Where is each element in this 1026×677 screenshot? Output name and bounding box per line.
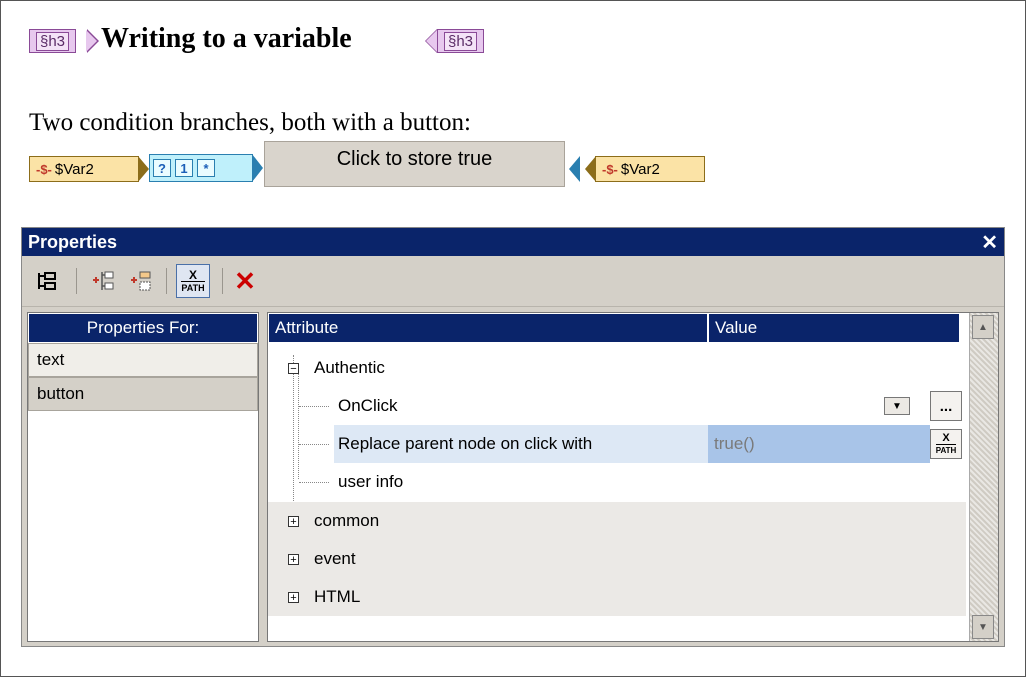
condition-start-arrow <box>252 154 263 182</box>
attribute-value[interactable]: true() <box>708 425 930 463</box>
group-label: Authentic <box>314 358 385 377</box>
xpath-icon-bottom: PATH <box>935 443 957 455</box>
group-label: common <box>314 511 380 530</box>
h3-start-tag[interactable]: §h3 <box>29 29 77 53</box>
h3-end-tag[interactable]: §h3 <box>437 29 485 53</box>
var-start-arrow <box>138 156 149 182</box>
attribute-row-user-info[interactable]: user info <box>268 463 966 501</box>
expand-icon[interactable]: + <box>288 592 299 604</box>
h3-start-arrow <box>86 29 99 53</box>
tree-line <box>299 482 329 483</box>
page-heading: Writing to a variable <box>101 23 352 54</box>
attribute-row-replace-parent[interactable]: Replace parent node on click with true()… <box>268 425 966 463</box>
group-row-common[interactable]: + common <box>268 502 966 540</box>
h3-tag-label: §h3 <box>444 31 478 51</box>
attribute-name: Replace parent node on click with <box>338 434 593 453</box>
xpath-icon-top: X <box>188 267 197 282</box>
scroll-down-icon[interactable]: ▼ <box>972 615 994 639</box>
scroll-up-icon[interactable]: ▲ <box>972 315 994 339</box>
attribute-row-onclick[interactable]: OnClick ▼ ... <box>268 387 966 425</box>
var-end-tag[interactable]: -$- $Var2 <box>595 156 705 182</box>
attribute-name: user info <box>338 472 404 491</box>
variable-icon: -$- <box>36 161 52 177</box>
var-tag-label: $Var2 <box>54 160 94 178</box>
paragraph-text: Two condition branches, both with a butt… <box>29 109 471 136</box>
store-true-button[interactable]: Click to store true <box>264 141 565 187</box>
properties-for-pane: Properties For: text button <box>27 312 259 642</box>
condition-otherwise-marker[interactable]: * <box>197 159 215 177</box>
close-icon[interactable]: ✕ <box>981 230 998 255</box>
xpath-icon-top: X <box>942 431 950 444</box>
toolbar-separator <box>76 268 77 294</box>
var-start-tag[interactable]: -$- $Var2 <box>29 156 139 182</box>
condition-question-marker[interactable]: ? <box>153 159 171 177</box>
group-row-authentic[interactable]: − Authentic <box>268 349 966 387</box>
var-tag-label: $Var2 <box>620 160 660 178</box>
column-header-value[interactable]: Value <box>708 313 960 343</box>
properties-for-item-text[interactable]: text <box>28 343 258 377</box>
condition-branch-1-marker[interactable]: 1 <box>175 159 193 177</box>
condition-end-arrow <box>569 156 580 182</box>
design-view: §h3 Writing to a variable §h3 Two condit… <box>0 0 1026 677</box>
collapse-icon[interactable]: − <box>288 363 299 375</box>
group-label: event <box>314 549 356 568</box>
toolbar-separator <box>166 268 167 294</box>
variable-icon: -$- <box>602 161 618 177</box>
group-row-html[interactable]: + HTML <box>268 578 966 616</box>
properties-for-item-button[interactable]: button <box>28 377 258 411</box>
attribute-grid: Attribute Value − Authentic OnClick ▼ ..… <box>267 312 999 642</box>
tree-view-icon[interactable] <box>32 266 62 296</box>
tree-line <box>299 406 329 407</box>
properties-for-header: Properties For: <box>28 313 258 343</box>
delete-icon[interactable]: ✕ <box>230 266 260 296</box>
vertical-scrollbar[interactable]: ▲ ▼ <box>969 313 998 641</box>
add-sibling-icon[interactable] <box>126 266 156 296</box>
h3-end-arrow <box>425 29 437 53</box>
expand-icon[interactable]: + <box>288 516 299 528</box>
column-header-attribute[interactable]: Attribute <box>268 313 708 343</box>
h3-tag-label: §h3 <box>36 31 70 51</box>
condition-tag[interactable]: ? 1 * <box>149 154 253 182</box>
expand-icon[interactable]: + <box>288 554 299 566</box>
properties-title-bar[interactable]: Properties <box>22 228 1004 256</box>
properties-title: Properties <box>28 231 118 252</box>
group-label: HTML <box>314 587 361 606</box>
attribute-name: OnClick <box>338 396 398 415</box>
add-child-icon[interactable] <box>88 266 118 296</box>
xpath-icon[interactable]: X PATH <box>176 264 210 298</box>
xpath-icon[interactable]: X PATH <box>930 429 962 459</box>
dropdown-arrow-icon[interactable]: ▼ <box>884 397 910 415</box>
group-row-event[interactable]: + event <box>268 540 966 578</box>
attribute-value[interactable] <box>708 463 930 501</box>
toolbar-separator <box>222 268 223 294</box>
tree-line <box>299 444 329 445</box>
ellipsis-button[interactable]: ... <box>930 391 962 421</box>
properties-window: Properties ✕ X PATH ✕ Properties For: te… <box>21 227 1005 647</box>
properties-toolbar: X PATH ✕ <box>22 256 1004 307</box>
xpath-icon-bottom: PATH <box>181 280 205 293</box>
